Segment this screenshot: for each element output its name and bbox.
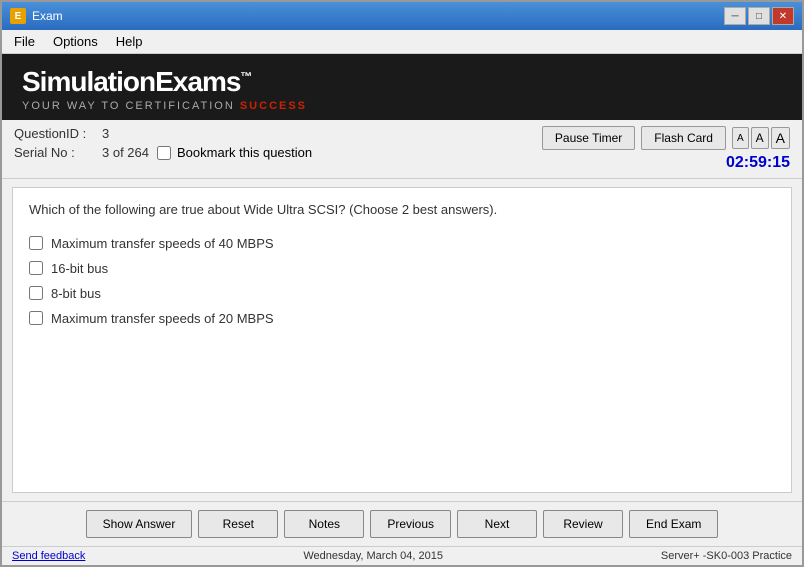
answer-checkbox-3[interactable] <box>29 286 43 300</box>
question-id-row: QuestionID : 3 <box>14 126 312 141</box>
font-size-controls: A A A <box>732 127 790 149</box>
answer-label-3[interactable]: 8-bit bus <box>51 286 101 301</box>
banner-subtitle: YOUR WAY TO CERTIFICATION SUCCESS <box>22 100 782 112</box>
banner-subtitle-prefix: YOUR WAY TO CERTIFICATION <box>22 100 240 112</box>
bookmark-area: Bookmark this question <box>157 145 312 160</box>
answer-option-4[interactable]: Maximum transfer speeds of 20 MBPS <box>29 311 775 326</box>
show-answer-button[interactable]: Show Answer <box>86 510 193 538</box>
controls-top: Pause Timer Flash Card A A A <box>542 126 790 150</box>
banner-title: SimulationExams™ <box>22 66 782 98</box>
answer-option-1[interactable]: Maximum transfer speeds of 40 MBPS <box>29 236 775 251</box>
notes-button[interactable]: Notes <box>284 510 364 538</box>
main-window: E Exam ─ □ ✕ File Options Help Simulatio… <box>0 0 804 567</box>
reset-button[interactable]: Reset <box>198 510 278 538</box>
timer-display: 02:59:15 <box>726 154 790 172</box>
maximize-button[interactable]: □ <box>748 7 770 25</box>
title-bar: E Exam ─ □ ✕ <box>2 2 802 30</box>
status-practice: Server+ -SK0-003 Practice <box>661 550 792 562</box>
answer-checkbox-4[interactable] <box>29 311 43 325</box>
send-feedback-link[interactable]: Send feedback <box>12 550 85 562</box>
answer-label-2[interactable]: 16-bit bus <box>51 261 108 276</box>
pause-timer-button[interactable]: Pause Timer <box>542 126 635 150</box>
close-button[interactable]: ✕ <box>772 7 794 25</box>
question-meta: QuestionID : 3 Serial No : 3 of 264 Book… <box>14 126 312 160</box>
question-controls: Pause Timer Flash Card A A A 02:59:15 <box>542 126 790 172</box>
flash-card-button[interactable]: Flash Card <box>641 126 726 150</box>
window-title: Exam <box>32 9 63 23</box>
font-medium-button[interactable]: A <box>751 127 769 149</box>
font-large-button[interactable]: A <box>771 127 790 149</box>
banner-title-text: SimulationExams <box>22 66 240 97</box>
end-exam-button[interactable]: End Exam <box>629 510 718 538</box>
question-area: Which of the following are true about Wi… <box>12 187 792 493</box>
status-date: Wednesday, March 04, 2015 <box>303 550 443 562</box>
window-controls: ─ □ ✕ <box>724 7 794 25</box>
answer-label-1[interactable]: Maximum transfer speeds of 40 MBPS <box>51 236 274 251</box>
menu-options[interactable]: Options <box>45 32 106 51</box>
answer-checkbox-2[interactable] <box>29 261 43 275</box>
question-header: QuestionID : 3 Serial No : 3 of 264 Book… <box>2 120 802 179</box>
previous-button[interactable]: Previous <box>370 510 451 538</box>
banner: SimulationExams™ YOUR WAY TO CERTIFICATI… <box>2 54 802 120</box>
status-bar: Send feedback Wednesday, March 04, 2015 … <box>2 546 802 565</box>
bookmark-label[interactable]: Bookmark this question <box>177 145 312 160</box>
app-icon-letter: E <box>15 11 22 22</box>
serial-no-value: 3 of 264 <box>102 145 149 160</box>
serial-no-row: Serial No : 3 of 264 Bookmark this quest… <box>14 145 312 160</box>
minimize-button[interactable]: ─ <box>724 7 746 25</box>
banner-trademark: ™ <box>240 70 251 84</box>
answer-option-3[interactable]: 8-bit bus <box>29 286 775 301</box>
menu-file[interactable]: File <box>6 32 43 51</box>
question-text: Which of the following are true about Wi… <box>29 200 775 220</box>
font-small-button[interactable]: A <box>732 127 749 149</box>
next-button[interactable]: Next <box>457 510 537 538</box>
answer-label-4[interactable]: Maximum transfer speeds of 20 MBPS <box>51 311 274 326</box>
title-bar-left: E Exam <box>10 8 63 24</box>
review-button[interactable]: Review <box>543 510 623 538</box>
serial-no-label: Serial No : <box>14 145 94 160</box>
bottom-toolbar: Show Answer Reset Notes Previous Next Re… <box>2 501 802 546</box>
question-id-value: 3 <box>102 126 109 141</box>
menu-help[interactable]: Help <box>108 32 151 51</box>
answer-option-2[interactable]: 16-bit bus <box>29 261 775 276</box>
menu-bar: File Options Help <box>2 30 802 54</box>
app-icon: E <box>10 8 26 24</box>
banner-subtitle-highlight: SUCCESS <box>240 100 307 112</box>
bookmark-checkbox[interactable] <box>157 146 171 160</box>
question-id-label: QuestionID : <box>14 126 94 141</box>
answer-checkbox-1[interactable] <box>29 236 43 250</box>
